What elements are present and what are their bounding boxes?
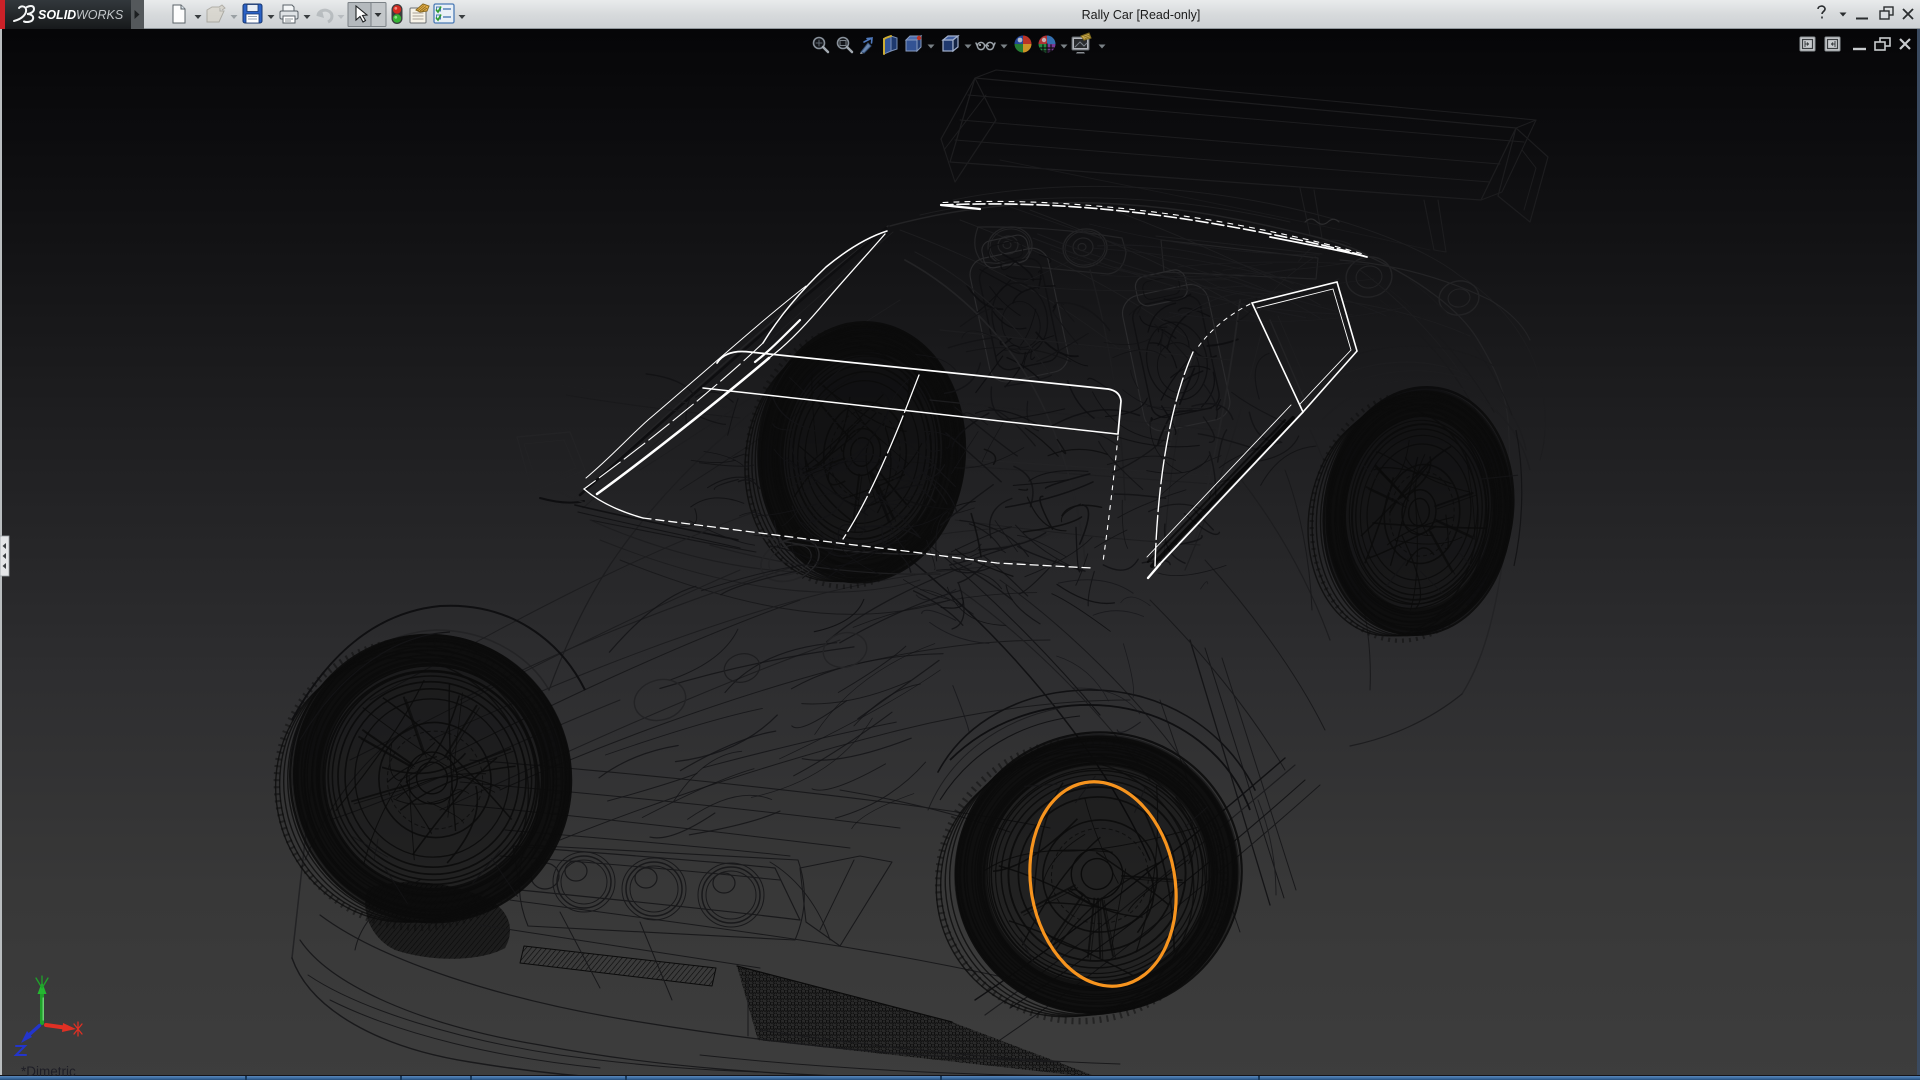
svg-text:WORKS: WORKS xyxy=(76,8,124,22)
svg-text:Rally Car [Read-only]: Rally Car [Read-only] xyxy=(1082,8,1201,22)
svg-text:SOLID: SOLID xyxy=(38,8,76,22)
svg-text:*Dimetric: *Dimetric xyxy=(21,1064,76,1079)
